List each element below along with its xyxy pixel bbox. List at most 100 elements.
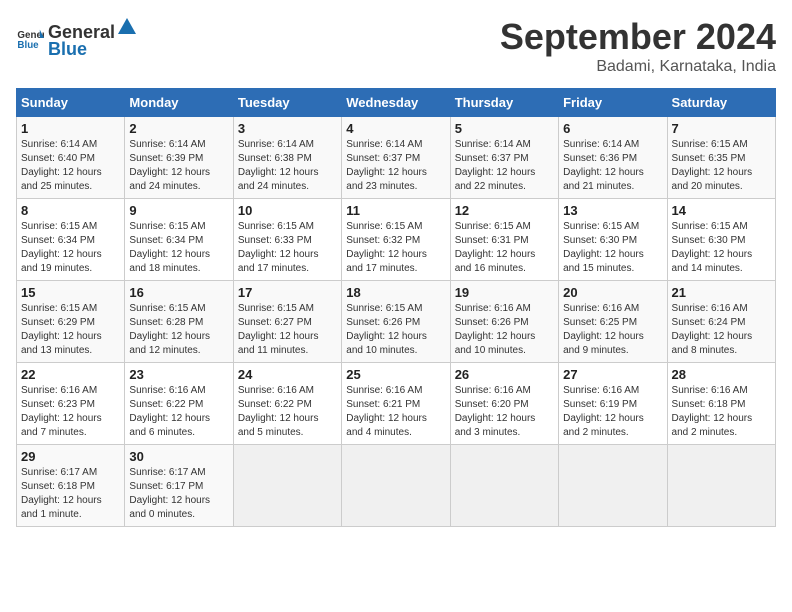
calendar-cell: 2 Sunrise: 6:14 AM Sunset: 6:39 PM Daylig… (125, 117, 233, 199)
calendar-cell: 17Sunrise: 6:15 AM Sunset: 6:27 PM Dayli… (233, 281, 341, 363)
day-number: 5 (455, 121, 554, 136)
logo-icon: General Blue (16, 24, 44, 52)
day-detail: Sunrise: 6:15 AM Sunset: 6:34 PM Dayligh… (129, 220, 228, 276)
calendar-cell (233, 445, 341, 527)
calendar-cell: 21 Sunrise: 6:16 AM Sunset: 6:24 PM Dayli… (667, 281, 775, 363)
calendar-cell: 14Sunrise: 6:15 AM Sunset: 6:30 PM Dayli… (667, 199, 775, 281)
calendar-cell: 10 Sunrise: 6:15 AM Sunset: 6:33 PM Dayli… (233, 199, 341, 281)
calendar-cell (342, 445, 450, 527)
calendar-cell: 27Sunrise: 6:16 AM Sunset: 6:19 PM Dayli… (559, 363, 667, 445)
svg-text:Blue: Blue (17, 40, 39, 51)
calendar-cell: 30 Sunrise: 6:17 AM Sunset: 6:17 PM Dayli… (125, 445, 233, 527)
week-row-3: 15 Sunrise: 6:15 AM Sunset: 6:29 PM Dayli… (17, 281, 776, 363)
day-number: 13 (563, 203, 662, 218)
calendar-cell: 9 Sunrise: 6:15 AM Sunset: 6:34 PM Daylig… (125, 199, 233, 281)
day-number: 24 (238, 367, 337, 382)
calendar-cell (450, 445, 558, 527)
day-detail: Sunrise: 6:14 AM Sunset: 6:36 PM Dayligh… (563, 138, 662, 194)
day-detail: Sunrise: 6:16 AM Sunset: 6:24 PM Dayligh… (672, 302, 771, 358)
calendar-cell (559, 445, 667, 527)
calendar-cell: 7 Sunrise: 6:15 AM Sunset: 6:35 PM Daylig… (667, 117, 775, 199)
calendar-cell: 11 Sunrise: 6:15 AM Sunset: 6:32 PM Dayli… (342, 199, 450, 281)
week-row-4: 22 Sunrise: 6:16 AM Sunset: 6:23 PM Dayli… (17, 363, 776, 445)
calendar-body: 1Sunrise: 6:14 AM Sunset: 6:40 PM Daylig… (17, 117, 776, 527)
calendar-cell: 24 Sunrise: 6:16 AM Sunset: 6:22 PM Dayli… (233, 363, 341, 445)
day-detail: Sunrise: 6:16 AM Sunset: 6:22 PM Dayligh… (129, 384, 228, 440)
calendar-cell: 5 Sunrise: 6:14 AM Sunset: 6:37 PM Daylig… (450, 117, 558, 199)
weekday-friday: Friday (559, 89, 667, 117)
day-detail: Sunrise: 6:16 AM Sunset: 6:22 PM Dayligh… (238, 384, 337, 440)
calendar-cell: 20 Sunrise: 6:16 AM Sunset: 6:25 PM Dayli… (559, 281, 667, 363)
calendar-cell: 8Sunrise: 6:15 AM Sunset: 6:34 PM Daylig… (17, 199, 125, 281)
day-detail: Sunrise: 6:16 AM Sunset: 6:18 PM Dayligh… (672, 384, 771, 440)
calendar-cell: 13Sunrise: 6:15 AM Sunset: 6:30 PM Dayli… (559, 199, 667, 281)
calendar-cell: 26 Sunrise: 6:16 AM Sunset: 6:20 PM Dayli… (450, 363, 558, 445)
day-detail: Sunrise: 6:15 AM Sunset: 6:33 PM Dayligh… (238, 220, 337, 276)
weekday-monday: Monday (125, 89, 233, 117)
day-detail: Sunrise: 6:14 AM Sunset: 6:37 PM Dayligh… (346, 138, 445, 194)
day-number: 12 (455, 203, 554, 218)
day-detail: Sunrise: 6:16 AM Sunset: 6:23 PM Dayligh… (21, 384, 120, 440)
day-detail: Sunrise: 6:16 AM Sunset: 6:21 PM Dayligh… (346, 384, 445, 440)
day-number: 16 (129, 285, 228, 300)
day-number: 10 (238, 203, 337, 218)
day-detail: Sunrise: 6:15 AM Sunset: 6:35 PM Dayligh… (672, 138, 771, 194)
day-detail: Sunrise: 6:16 AM Sunset: 6:25 PM Dayligh… (563, 302, 662, 358)
day-detail: Sunrise: 6:15 AM Sunset: 6:32 PM Dayligh… (346, 220, 445, 276)
day-detail: Sunrise: 6:16 AM Sunset: 6:20 PM Dayligh… (455, 384, 554, 440)
week-row-2: 8 Sunrise: 6:15 AM Sunset: 6:34 PM Daylig… (17, 199, 776, 281)
day-number: 8 (21, 203, 120, 218)
calendar-cell: 3Sunrise: 6:14 AM Sunset: 6:38 PM Daylig… (233, 117, 341, 199)
calendar-cell: 15 Sunrise: 6:15 AM Sunset: 6:29 PM Dayli… (17, 281, 125, 363)
day-number: 18 (346, 285, 445, 300)
day-number: 26 (455, 367, 554, 382)
calendar-cell: 1Sunrise: 6:14 AM Sunset: 6:40 PM Daylig… (17, 117, 125, 199)
day-number: 23 (129, 367, 228, 382)
calendar-cell: 28 Sunrise: 6:16 AM Sunset: 6:18 PM Dayli… (667, 363, 775, 445)
header: General Blue General Blue September 2024… (16, 16, 776, 76)
day-number: 1 (21, 121, 120, 136)
day-number: 30 (129, 449, 228, 464)
weekday-wednesday: Wednesday (342, 89, 450, 117)
day-number: 9 (129, 203, 228, 218)
day-detail: Sunrise: 6:14 AM Sunset: 6:38 PM Dayligh… (238, 138, 337, 194)
day-number: 2 (129, 121, 228, 136)
calendar-cell: 16 Sunrise: 6:15 AM Sunset: 6:28 PM Dayli… (125, 281, 233, 363)
day-detail: Sunrise: 6:15 AM Sunset: 6:29 PM Dayligh… (21, 302, 120, 358)
calendar-cell: 18Sunrise: 6:15 AM Sunset: 6:26 PM Dayli… (342, 281, 450, 363)
day-number: 20 (563, 285, 662, 300)
day-number: 28 (672, 367, 771, 382)
day-detail: Sunrise: 6:17 AM Sunset: 6:17 PM Dayligh… (129, 466, 228, 522)
week-row-5: 29 Sunrise: 6:17 AM Sunset: 6:18 PM Dayli… (17, 445, 776, 527)
calendar-cell (667, 445, 775, 527)
title-area: September 2024 Badami, Karnataka, India (500, 16, 776, 76)
day-number: 27 (563, 367, 662, 382)
day-detail: Sunrise: 6:16 AM Sunset: 6:26 PM Dayligh… (455, 302, 554, 358)
day-number: 19 (455, 285, 554, 300)
day-detail: Sunrise: 6:14 AM Sunset: 6:39 PM Dayligh… (129, 138, 228, 194)
day-number: 7 (672, 121, 771, 136)
day-detail: Sunrise: 6:17 AM Sunset: 6:18 PM Dayligh… (21, 466, 120, 522)
logo-triangle-icon (116, 16, 138, 38)
day-number: 4 (346, 121, 445, 136)
day-number: 15 (21, 285, 120, 300)
calendar-cell: 6 Sunrise: 6:14 AM Sunset: 6:36 PM Daylig… (559, 117, 667, 199)
day-number: 22 (21, 367, 120, 382)
day-number: 14 (672, 203, 771, 218)
weekday-sunday: Sunday (17, 89, 125, 117)
calendar-cell: 23 Sunrise: 6:16 AM Sunset: 6:22 PM Dayli… (125, 363, 233, 445)
day-number: 6 (563, 121, 662, 136)
day-detail: Sunrise: 6:14 AM Sunset: 6:37 PM Dayligh… (455, 138, 554, 194)
month-title: September 2024 (500, 16, 776, 58)
calendar-table: SundayMondayTuesdayWednesdayThursdayFrid… (16, 88, 776, 527)
day-number: 11 (346, 203, 445, 218)
calendar-cell: 19 Sunrise: 6:16 AM Sunset: 6:26 PM Dayli… (450, 281, 558, 363)
day-number: 29 (21, 449, 120, 464)
day-number: 25 (346, 367, 445, 382)
day-detail: Sunrise: 6:15 AM Sunset: 6:27 PM Dayligh… (238, 302, 337, 358)
day-number: 21 (672, 285, 771, 300)
calendar-cell: 29 Sunrise: 6:17 AM Sunset: 6:18 PM Dayli… (17, 445, 125, 527)
day-detail: Sunrise: 6:15 AM Sunset: 6:28 PM Dayligh… (129, 302, 228, 358)
weekday-thursday: Thursday (450, 89, 558, 117)
calendar-cell: 4 Sunrise: 6:14 AM Sunset: 6:37 PM Daylig… (342, 117, 450, 199)
